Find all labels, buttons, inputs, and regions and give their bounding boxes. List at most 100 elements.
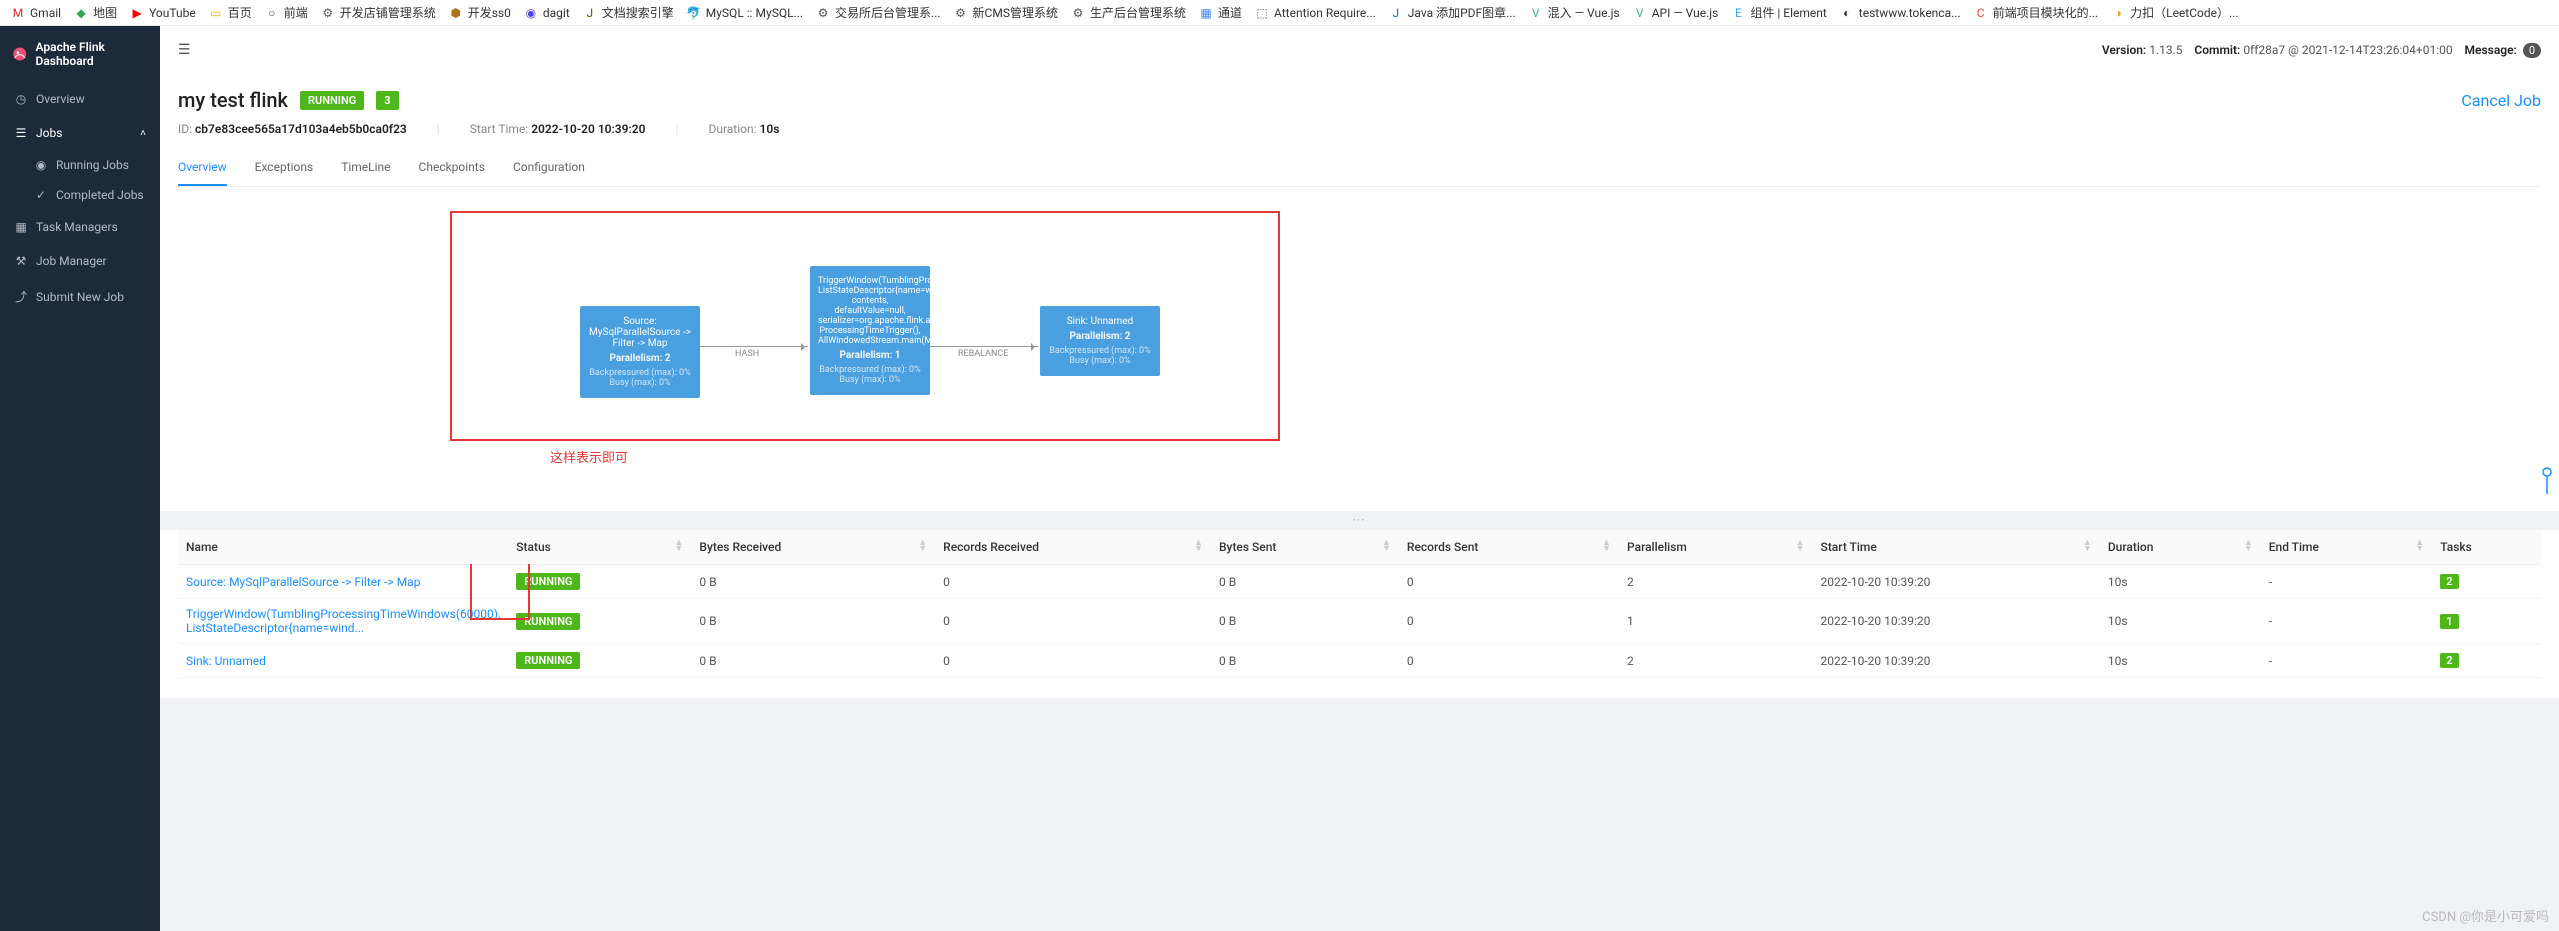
table-row[interactable]: Source: MySqlParallelSource -> Filter ->… [178, 565, 2541, 599]
bookmark-icon: C [1973, 5, 1989, 21]
nav-submit-job[interactable]: ⤴Submit New Job [0, 278, 160, 315]
main: ☰ Version: 1.13.5 Commit: 0ff28a7 @ 2021… [160, 26, 2559, 931]
bookmark-label: testwww.tokenca... [1859, 6, 1961, 20]
bookmark-label: 通道 [1218, 4, 1242, 21]
graph-node-sink[interactable]: Sink: Unnamed Parallelism: 2 Backpressur… [1040, 306, 1160, 376]
bookmark-label: Java 添加PDF图章... [1408, 4, 1516, 21]
graph-node-source[interactable]: Source: MySqlParallelSource -> Filter ->… [580, 306, 700, 398]
tasks-badge: 1 [2440, 614, 2458, 629]
job-id: cb7e83cee565a17d103a4eb5b0ca0f23 [195, 122, 407, 136]
bookmark-item[interactable]: 🐬MySQL :: MySQL... [680, 3, 809, 23]
bookmark-label: dagit [543, 6, 570, 20]
tasks-badge: 2 [2440, 653, 2458, 668]
bookmark-item[interactable]: M Gmail [4, 3, 67, 23]
bookmark-label: Gmail [30, 6, 61, 20]
bookmark-item[interactable]: ⬚Attention Require... [1248, 3, 1382, 23]
vertex-name-link[interactable]: Sink: Unnamed [186, 654, 266, 668]
bookmark-item[interactable]: ⚙开发店铺管理系统 [314, 2, 442, 23]
flink-logo-icon [12, 45, 28, 63]
bookmark-item[interactable]: ▭百页 [202, 2, 258, 23]
bookmark-label: 地图 [93, 4, 117, 21]
col-name[interactable]: Name [178, 530, 508, 565]
bookmark-label: YouTube [149, 6, 196, 20]
table-row[interactable]: Sink: Unnamed RUNNING 0 B 0 0 B 0 2 2022… [178, 644, 2541, 678]
bookmark-item[interactable]: E组件 | Element [1724, 2, 1832, 23]
bookmark-item[interactable]: ⚙新CMS管理系统 [947, 2, 1064, 23]
col-tasks[interactable]: Tasks [2432, 530, 2541, 565]
table-row[interactable]: TriggerWindow(TumblingProcessingTimeWind… [178, 599, 2541, 644]
nav-task-managers[interactable]: ▦Task Managers [0, 210, 160, 244]
bookmark-label: 前端项目模块化的... [1993, 4, 2099, 21]
bookmark-icon: 🐬 [686, 5, 702, 21]
vertex-name-link[interactable]: TriggerWindow(TumblingProcessingTimeWind… [186, 607, 500, 635]
bookmark-label: 前端 [284, 4, 308, 21]
col-status[interactable]: Status▲▼ [508, 530, 691, 565]
job-graph-panel: 这样表示即可 Source: MySqlParallelSource -> Fi… [160, 191, 2559, 511]
bookmark-icon: J [1388, 5, 1404, 21]
dashboard-icon: ◷ [14, 92, 28, 106]
vertex-name-link[interactable]: Source: MySqlParallelSource -> Filter ->… [186, 575, 420, 589]
topbar: ☰ Version: 1.13.5 Commit: 0ff28a7 @ 2021… [160, 26, 2559, 74]
tab-exceptions[interactable]: Exceptions [255, 150, 314, 186]
bookmark-item[interactable]: ⚙交易所后台管理系... [809, 2, 947, 23]
col-records-sent[interactable]: Records Sent▲▼ [1399, 530, 1619, 565]
tab-overview[interactable]: Overview [178, 150, 227, 186]
bookmark-item[interactable]: JJava 添加PDF图章... [1382, 2, 1522, 23]
nav-jobs[interactable]: ☰Jobs˄ [0, 116, 160, 150]
bookmark-item[interactable]: ▶YouTube [123, 3, 202, 23]
graph-edge-2-label: REBALANCE [958, 349, 1008, 359]
side-handle-icon[interactable] [2541, 466, 2553, 496]
col-bytes-received[interactable]: Bytes Received▲▼ [691, 530, 935, 565]
bookmark-label: 交易所后台管理系... [835, 4, 941, 21]
tab-checkpoints[interactable]: Checkpoints [419, 150, 485, 186]
bookmark-item[interactable]: ⚙生产后台管理系统 [1064, 2, 1192, 23]
status-badge: RUNNING [516, 652, 580, 669]
nav-completed-jobs[interactable]: ✓Completed Jobs [30, 180, 160, 210]
job-tabs: Overview Exceptions TimeLine Checkpoints… [178, 150, 2541, 187]
bookmark-icon: J [582, 5, 598, 21]
col-parallelism[interactable]: Parallelism▲▼ [1619, 530, 1813, 565]
bookmark-label: 百页 [228, 4, 252, 21]
watermark: CSDN @你是小可爱吗 [2422, 906, 2549, 925]
cancel-job-button[interactable]: Cancel Job [2461, 91, 2541, 110]
job-graph[interactable]: Source: MySqlParallelSource -> Filter ->… [180, 221, 2539, 501]
bookmark-label: API — Vue.js [1652, 6, 1719, 20]
tab-configuration[interactable]: Configuration [513, 150, 585, 186]
tab-timeline[interactable]: TimeLine [341, 150, 390, 186]
col-records-received[interactable]: Records Received▲▼ [935, 530, 1211, 565]
table-header-row: Name Status▲▼ Bytes Received▲▼ Records R… [178, 530, 2541, 565]
col-end-time[interactable]: End Time▲▼ [2261, 530, 2432, 565]
col-start-time[interactable]: Start Time▲▼ [1813, 530, 2100, 565]
bookmark-item[interactable]: ◑力扣（LeetCode）... [2104, 2, 2244, 23]
bookmark-item[interactable]: C前端项目模块化的... [1967, 2, 2105, 23]
graph-node-window[interactable]: TriggerWindow(TumblingProcessingTimeWind… [810, 266, 930, 395]
col-bytes-sent[interactable]: Bytes Sent▲▼ [1211, 530, 1399, 565]
bookmark-item[interactable]: V API — Vue.js [1626, 3, 1725, 23]
message-count-badge[interactable]: 0 [2523, 43, 2541, 58]
nav-running-jobs[interactable]: ◉Running Jobs [30, 150, 160, 180]
bookmark-icon: ⚙ [953, 5, 969, 21]
bookmark-label: 文档搜索引擎 [602, 4, 674, 21]
bookmark-icon: ▭ [208, 5, 224, 21]
bookmark-label: 新CMS管理系统 [973, 4, 1058, 21]
job-duration: 10s [760, 122, 780, 136]
bookmark-item[interactable]: ◐testwww.tokenca... [1833, 3, 1967, 23]
bookmark-item[interactable]: J文档搜索引擎 [576, 2, 680, 23]
menu-toggle-icon[interactable]: ☰ [178, 42, 191, 58]
bookmark-icon: M [10, 5, 26, 21]
bookmark-item[interactable]: ○前端 [258, 2, 314, 23]
bookmark-item[interactable]: ⬢开发ss0 [442, 2, 517, 23]
resize-handle[interactable]: ⋯ [160, 511, 2559, 530]
bookmark-item[interactable]: ◆地图 [67, 2, 123, 23]
job-count-badge: 3 [376, 91, 398, 110]
col-duration[interactable]: Duration▲▼ [2100, 530, 2261, 565]
bookmark-icon: ◆ [73, 5, 89, 21]
bookmark-item[interactable]: V混入 — Vue.js [1522, 2, 1626, 23]
bookmark-label: 组件 | Element [1750, 4, 1826, 21]
bookmark-icon: ◑ [2110, 5, 2126, 21]
bookmark-item[interactable]: ▦通道 [1192, 2, 1248, 23]
nav-job-manager[interactable]: ⚒Job Manager [0, 244, 160, 278]
nav-overview[interactable]: ◷Overview [0, 82, 160, 116]
bookmark-item[interactable]: ◉dagit [517, 3, 576, 23]
bookmark-icon: V [1632, 5, 1648, 21]
